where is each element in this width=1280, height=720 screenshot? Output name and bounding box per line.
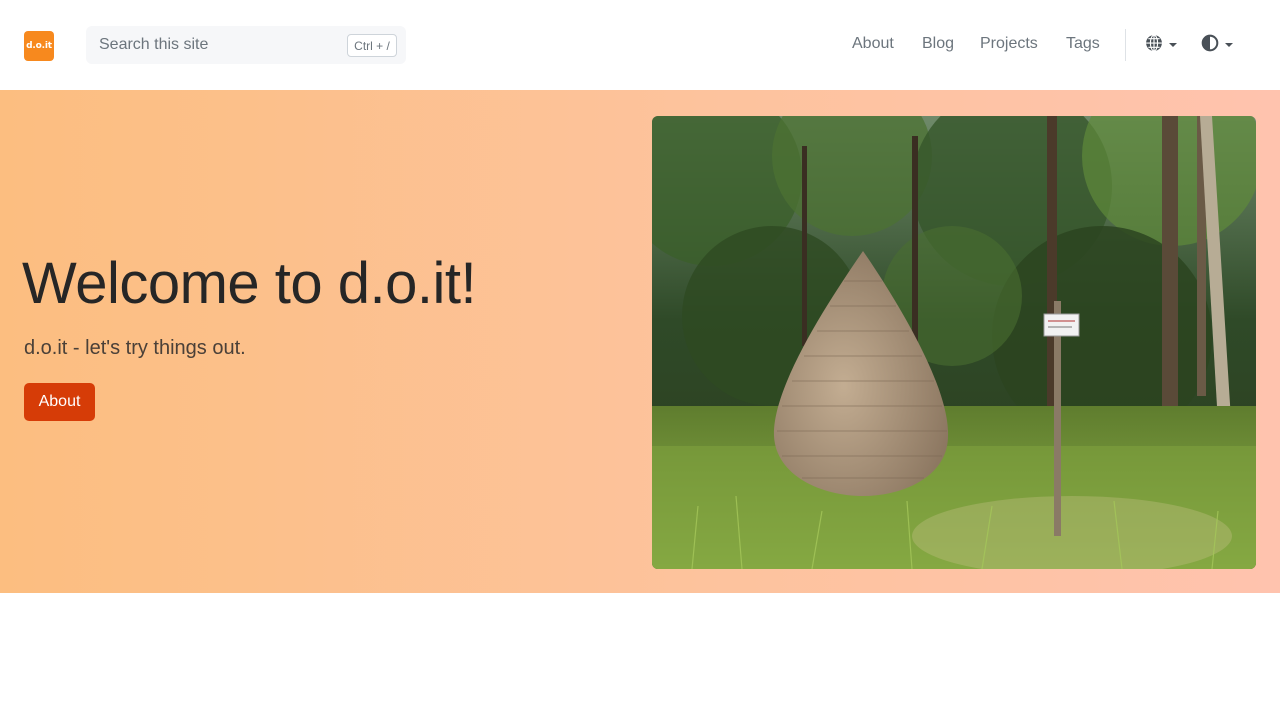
nav-link-about[interactable]: About: [852, 35, 894, 53]
nav-link-tags[interactable]: Tags: [1066, 35, 1100, 53]
nav-link-blog[interactable]: Blog: [922, 35, 954, 53]
nav-link-projects[interactable]: Projects: [980, 35, 1038, 53]
site-logo[interactable]: d.o.it: [24, 31, 54, 61]
half-circle-contrast-icon: [1201, 34, 1219, 57]
hero-image: [652, 116, 1256, 569]
language-dropdown[interactable]: [1145, 34, 1185, 57]
theme-dropdown[interactable]: [1201, 34, 1241, 57]
hero-subtitle: d.o.it - let's try things out.: [24, 337, 246, 359]
chevron-down-icon: [1225, 43, 1233, 47]
navbar: d.o.it Search this site Ctrl + / About B…: [0, 0, 1280, 90]
hero-title: Welcome to d.o.it!: [22, 251, 477, 316]
hero-section: Welcome to d.o.it! d.o.it - let's try th…: [0, 90, 1280, 593]
globe-icon: [1145, 34, 1163, 57]
search-box[interactable]: Search this site Ctrl + /: [86, 26, 406, 64]
hero-about-button[interactable]: About: [24, 383, 95, 421]
search-shortcut-badge: Ctrl + /: [347, 34, 397, 57]
nav-divider: [1125, 29, 1126, 61]
chevron-down-icon: [1169, 43, 1177, 47]
forest-sculpture-photo: [652, 116, 1256, 569]
search-input[interactable]: Search this site: [99, 36, 208, 54]
